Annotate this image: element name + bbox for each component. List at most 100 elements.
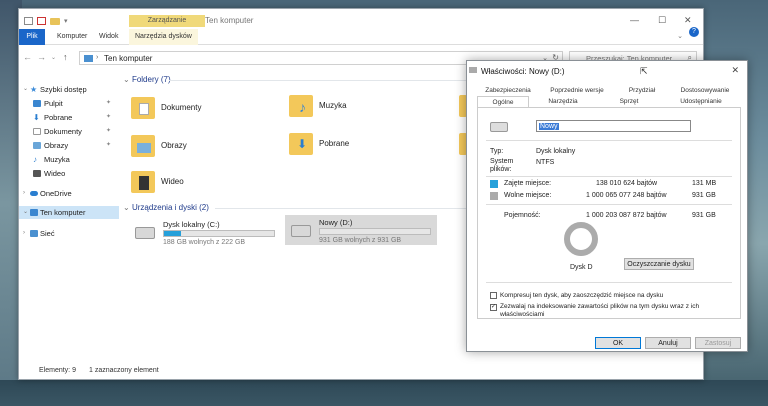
tab-previous-versions[interactable]: Poprzednie wersje: [541, 85, 613, 96]
free-space-swatch: [490, 192, 498, 200]
folder-icon: ♪: [289, 95, 313, 117]
sidebar-item-documents[interactable]: Dokumenty ✦: [19, 125, 119, 138]
pin-icon[interactable]: ✦: [106, 97, 111, 110]
sidebar-label: Wideo: [44, 169, 66, 178]
tab-tools[interactable]: Narzędzia: [533, 96, 593, 107]
pin-icon[interactable]: ✦: [106, 125, 111, 138]
tab-general[interactable]: Ogólne: [477, 96, 529, 107]
chevron-right-icon[interactable]: ›: [23, 187, 25, 200]
sidebar-label: Muzyka: [44, 155, 70, 164]
pin-icon[interactable]: ✦: [106, 139, 111, 152]
chevron-down-icon[interactable]: ⌄: [23, 206, 28, 219]
sidebar-item-pictures[interactable]: Obrazy ✦: [19, 139, 119, 152]
ribbon-tabs: Plik Komputer Widok Narzędzia dysków ⌄: [19, 29, 703, 45]
forward-button[interactable]: →: [37, 52, 46, 62]
folder-icon: [131, 135, 155, 157]
properties-icon[interactable]: [37, 17, 46, 25]
sidebar-label: Szybki dostęp: [40, 85, 87, 94]
devices-group-header[interactable]: ⌄ Urządzenia i dyski (2): [123, 203, 209, 212]
computer-icon: [84, 55, 93, 62]
close-button[interactable]: ✕: [731, 65, 739, 76]
status-item-count: Elementy: 9: [39, 367, 76, 374]
tab-disk-tools[interactable]: Narzędzia dysków: [129, 29, 198, 45]
index-checkbox[interactable]: ✓: [490, 304, 497, 311]
back-button[interactable]: ←: [23, 52, 32, 62]
sidebar-item-downloads[interactable]: ⬇ Pobrane ✦: [19, 111, 119, 124]
sidebar-item-videos[interactable]: Wideo: [19, 167, 119, 180]
cancel-button[interactable]: Anuluj: [645, 337, 691, 349]
folder-documents[interactable]: Dokumenty: [131, 97, 281, 127]
folder-label: Pobrane: [319, 139, 350, 148]
hard-drive-icon: [135, 227, 155, 239]
tab-hardware[interactable]: Sprzęt: [599, 96, 659, 107]
folder-videos[interactable]: Wideo: [131, 171, 281, 201]
sidebar-item-music[interactable]: ♪ Muzyka: [19, 153, 119, 166]
folder-downloads[interactable]: ⬇ Pobrane: [289, 133, 439, 163]
folder-pictures[interactable]: Obrazy: [131, 135, 281, 165]
sidebar-label: OneDrive: [40, 189, 72, 198]
free-space-size: 931 GB: [692, 192, 716, 199]
tab-computer[interactable]: Komputer: [57, 29, 87, 45]
tab-quota[interactable]: Przydział: [617, 85, 667, 96]
sidebar-label: Obrazy: [44, 141, 69, 150]
sidebar-item-quick-access[interactable]: ⌄ ★ Szybki dostęp: [19, 83, 119, 96]
drive-free-space: 931 GB wolnych z 931 GB: [319, 237, 402, 244]
context-tab-manage[interactable]: Zarządzanie: [129, 15, 205, 27]
drive-name: Dysk lokalny (C:): [163, 220, 220, 229]
capacity-size: 931 GB: [692, 212, 716, 219]
recent-locations-icon[interactable]: ⌄: [51, 54, 56, 61]
up-button[interactable]: ↑: [63, 52, 68, 62]
free-space-label: Wolne miejsce:: [504, 192, 552, 199]
sidebar-item-this-pc[interactable]: ⌄ Ten komputer: [19, 206, 119, 219]
tab-file[interactable]: Plik: [19, 29, 45, 45]
folder-label: Dokumenty: [161, 103, 202, 112]
sidebar-item-network[interactable]: › Sieć: [19, 227, 119, 240]
minimize-button[interactable]: —: [630, 15, 639, 25]
folder-icon: ⬇: [289, 133, 313, 155]
drive-d[interactable]: Nowy (D:) 931 GB wolnych z 931 GB: [285, 215, 437, 245]
quick-access-toolbar: ▾: [24, 17, 68, 25]
music-icon: ♪: [33, 155, 37, 164]
sidebar-item-onedrive[interactable]: › OneDrive: [19, 187, 119, 200]
tab-customize[interactable]: Dostosowywanie: [671, 85, 739, 96]
folder-icon: [131, 97, 155, 119]
address-text: Ten komputer: [104, 54, 153, 63]
chevron-right-icon[interactable]: ›: [96, 54, 98, 61]
hard-drive-icon: [490, 122, 508, 132]
tab-view[interactable]: Widok: [99, 29, 118, 45]
chevron-down-icon[interactable]: ⌄: [23, 83, 28, 96]
capacity-bytes: 1 000 203 087 872 bajtów: [586, 212, 667, 219]
close-button[interactable]: ✕: [684, 15, 692, 26]
status-selected: 1 zaznaczony element: [89, 367, 159, 374]
group-title: Urządzenia i dyski (2): [131, 203, 209, 212]
sidebar-label: Ten komputer: [40, 208, 86, 217]
drive-name-input[interactable]: Nowy: [536, 120, 691, 132]
sidebar-item-desktop[interactable]: Pulpit ✦: [19, 97, 119, 110]
drive-c[interactable]: Dysk lokalny (C:) 188 GB wolnych z 222 G…: [129, 217, 281, 247]
maximize-button[interactable]: ☐: [658, 15, 666, 26]
folders-group-header[interactable]: ⌄ Foldery (7): [123, 75, 171, 84]
tab-sharing[interactable]: Udostępnianie: [663, 96, 739, 107]
help-icon[interactable]: ?: [689, 27, 699, 37]
drive-usage-bar: [163, 230, 275, 237]
compress-checkbox[interactable]: [490, 292, 497, 299]
new-folder-icon[interactable]: [50, 17, 60, 25]
videos-icon: [33, 170, 41, 177]
ok-button[interactable]: OK: [595, 337, 641, 349]
network-icon: [30, 230, 38, 237]
drive-usage-fill: [164, 231, 181, 236]
index-label: Zezwalaj na indeksowanie zawartości plik…: [500, 303, 700, 318]
type-value: Dysk lokalny: [536, 148, 576, 155]
compress-label: Kompresuj ten dysk, aby zaoszczędzić mie…: [500, 292, 664, 299]
chevron-right-icon[interactable]: ›: [23, 227, 25, 240]
used-space-bytes: 138 010 624 bajtów: [596, 180, 658, 187]
folder-music[interactable]: ♪ Muzyka: [289, 95, 439, 125]
documents-icon: [33, 128, 41, 135]
apply-button[interactable]: Zastosuj: [695, 337, 741, 349]
disk-cleanup-button[interactable]: Oczyszczanie dysku: [624, 258, 694, 270]
ribbon-expand-icon[interactable]: ⌄: [677, 32, 683, 40]
tab-security[interactable]: Zabezpieczenia: [477, 85, 539, 96]
pin-icon[interactable]: ✦: [106, 111, 111, 124]
qat-dropdown-icon[interactable]: ▾: [64, 17, 68, 25]
used-space-label: Zajęte miejsce:: [504, 180, 552, 187]
